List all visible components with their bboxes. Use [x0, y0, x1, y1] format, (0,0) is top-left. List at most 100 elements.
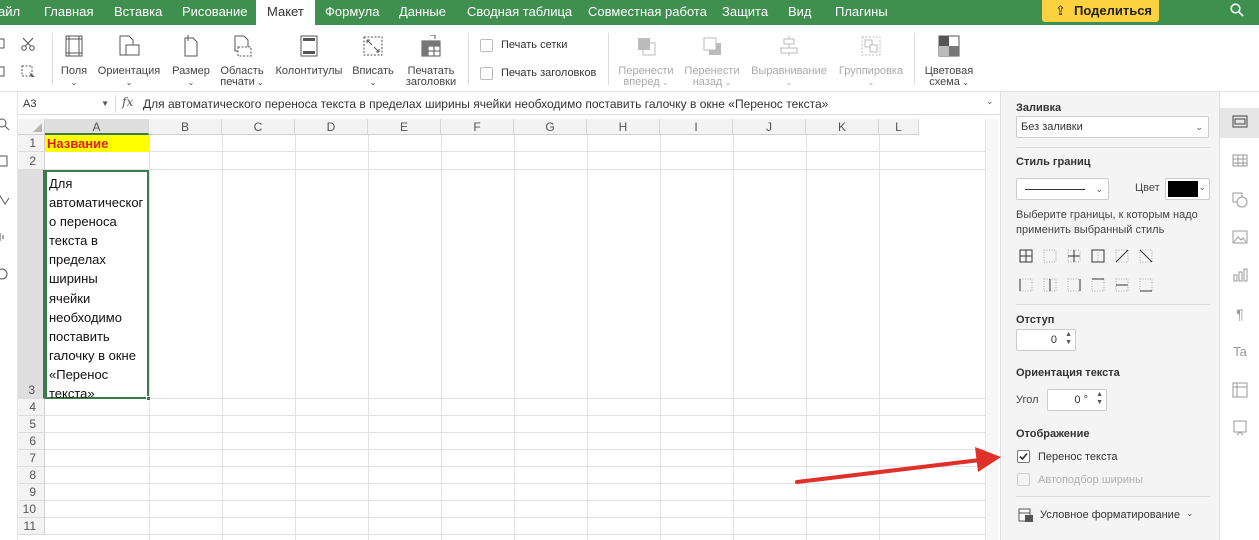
column-header-e[interactable]: E	[368, 119, 441, 135]
row-header-9[interactable]: 9	[18, 484, 45, 501]
cut-icon[interactable]	[21, 37, 37, 54]
fill-select[interactable]: Без заливки ⌄	[1016, 116, 1209, 138]
text-art-icon[interactable]: Ta	[1232, 344, 1248, 360]
pivot-settings-icon[interactable]	[1232, 382, 1248, 398]
print-headings-box[interactable]	[480, 67, 493, 80]
border-diagonal-up-icon[interactable]	[1115, 249, 1129, 263]
row-header-4[interactable]: 4	[18, 399, 45, 416]
column-header-g[interactable]: G	[514, 119, 587, 135]
row-header-8[interactable]: 8	[18, 467, 45, 484]
send-backward-button[interactable]: Перенести назад ⌄	[683, 35, 741, 88]
headers-footers-button[interactable]: Колонтитулы	[273, 35, 345, 77]
border-diagonal-down-icon[interactable]	[1139, 249, 1153, 263]
border-top-icon[interactable]	[1091, 278, 1105, 292]
border-none-icon[interactable]	[1043, 249, 1057, 263]
row-header-6[interactable]: 6	[18, 433, 45, 450]
fit-button[interactable]: Вписать ⌄	[350, 35, 396, 88]
margins-button[interactable]: Поля ⌄	[59, 35, 89, 88]
border-bottom-icon[interactable]	[1139, 278, 1153, 292]
cell-a3-selected[interactable]: Для автоматическог о переноса текста в преде…	[45, 170, 151, 401]
print-gridlines-box[interactable]	[480, 39, 493, 52]
row-header-5[interactable]: 5	[18, 416, 45, 433]
feedback-icon[interactable]	[0, 230, 10, 247]
border-outer-icon[interactable]	[1091, 249, 1105, 263]
column-header-a[interactable]: A	[45, 119, 149, 135]
fill-handle[interactable]	[146, 396, 151, 401]
share-button[interactable]: ⇪ Поделиться	[1042, 0, 1159, 22]
border-inner-horizontal-icon[interactable]	[1115, 278, 1129, 292]
select-all-corner[interactable]	[18, 119, 45, 135]
menu-insert[interactable]: Вставка	[114, 0, 162, 25]
name-box[interactable]: A3 ▼	[18, 95, 116, 113]
orientation-button[interactable]: Ориентация ⌄	[97, 35, 161, 88]
shape-settings-icon[interactable]	[1232, 192, 1248, 208]
info-icon[interactable]	[0, 267, 10, 284]
image-settings-icon[interactable]	[1232, 230, 1248, 246]
border-inner-vertical-icon[interactable]	[1043, 278, 1057, 292]
spinner-arrows-icon[interactable]: ▲ ▼	[1096, 391, 1103, 407]
chevron-down-icon[interactable]: ▼	[101, 95, 109, 113]
print-titles-button[interactable]: Печатать заголовки	[402, 34, 460, 88]
column-header-c[interactable]: C	[222, 119, 295, 135]
column-header-f[interactable]: F	[441, 119, 514, 135]
wrap-text-checkbox[interactable]	[1017, 450, 1030, 463]
menu-draw[interactable]: Рисование	[182, 0, 247, 25]
search-icon[interactable]	[1230, 3, 1244, 21]
row-header-11[interactable]: 11	[18, 518, 45, 535]
row-header-7[interactable]: 7	[18, 450, 45, 467]
bring-forward-button[interactable]: Перенести вперед ⌄	[617, 35, 675, 88]
menu-layout[interactable]: Макет	[256, 0, 315, 25]
chart-settings-icon[interactable]	[1232, 268, 1248, 284]
column-header-h[interactable]: H	[587, 119, 660, 135]
formula-input[interactable]: Для автоматического переноса текста в пр…	[143, 97, 828, 111]
paste-icon[interactable]	[0, 66, 6, 81]
column-header-j[interactable]: J	[733, 119, 806, 135]
print-area-button[interactable]: Область печати ⌄	[219, 35, 265, 88]
angle-spinner[interactable]: 0 ° ▲ ▼	[1047, 389, 1107, 411]
find-icon[interactable]	[0, 117, 10, 134]
menu-data[interactable]: Данные	[399, 0, 446, 25]
spellcheck-icon[interactable]	[0, 192, 10, 209]
border-all-icon[interactable]	[1019, 249, 1033, 263]
vertical-scrollbar[interactable]	[985, 119, 998, 540]
cell-a1[interactable]: Название	[45, 135, 149, 152]
menu-view[interactable]: Вид	[788, 0, 812, 25]
row-header-1[interactable]: 1	[18, 135, 45, 152]
select-all-icon[interactable]	[21, 65, 37, 82]
autofit-width-checkbox[interactable]	[1017, 473, 1030, 486]
copy-icon[interactable]	[0, 38, 6, 53]
menu-collaboration[interactable]: Совместная работа	[588, 0, 707, 25]
cell-settings-icon[interactable]	[1232, 115, 1248, 131]
border-inner-icon[interactable]	[1067, 249, 1081, 263]
row-header-10[interactable]: 10	[18, 501, 45, 518]
column-header-k[interactable]: K	[806, 119, 879, 135]
page-size-button[interactable]: Размер ⌄	[170, 35, 212, 88]
function-icon[interactable]: fx	[122, 95, 133, 109]
border-color-picker[interactable]: ⌄	[1165, 178, 1210, 200]
menu-pivot[interactable]: Сводная таблица	[467, 0, 572, 25]
spreadsheet-grid[interactable]: A B C D E F G H I J K L 1 2 3 4 5 6 7 8 9 10 11 Название Для авто…	[18, 119, 985, 540]
group-button[interactable]: Группировка ⌄	[836, 35, 906, 88]
column-header-i[interactable]: I	[660, 119, 733, 135]
border-right-icon[interactable]	[1067, 278, 1081, 292]
row-header-2[interactable]: 2	[18, 152, 45, 170]
row-header-3[interactable]: 3	[18, 170, 45, 399]
table-settings-icon[interactable]	[1232, 154, 1248, 170]
comments-icon[interactable]	[0, 154, 10, 171]
menu-plugins[interactable]: Плагины	[835, 0, 888, 25]
menu-home[interactable]: Главная	[44, 0, 93, 25]
paragraph-settings-icon[interactable]: ¶	[1232, 306, 1248, 322]
indent-spinner[interactable]: 0 ▲ ▼	[1016, 329, 1076, 351]
spinner-arrows-icon[interactable]: ▲ ▼	[1065, 331, 1072, 347]
column-header-l[interactable]: L	[879, 119, 919, 135]
conditional-formatting-button[interactable]: Условное форматирование ⌄	[1016, 506, 1206, 526]
column-header-d[interactable]: D	[295, 119, 368, 135]
align-button[interactable]: Выравнивание ⌄	[749, 35, 829, 88]
border-left-icon[interactable]	[1019, 278, 1033, 292]
menu-formula[interactable]: Формула	[325, 0, 379, 25]
border-style-select[interactable]: ⌄	[1016, 178, 1109, 200]
column-header-b[interactable]: B	[149, 119, 222, 135]
signature-settings-icon[interactable]	[1232, 420, 1248, 436]
menu-protection[interactable]: Защита	[722, 0, 768, 25]
color-scheme-button[interactable]: Цветовая схема ⌄	[922, 35, 976, 88]
